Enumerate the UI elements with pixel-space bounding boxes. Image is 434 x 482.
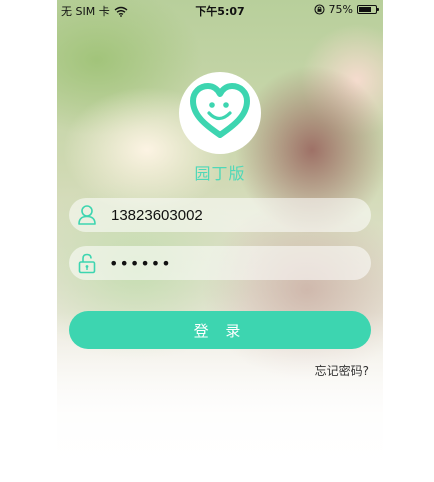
status-bar: 无 SIM 卡 下午5:07 75% <box>57 0 383 20</box>
login-screen: 无 SIM 卡 下午5:07 75% 园丁版 13823603002 •••••… <box>57 0 383 482</box>
lock-icon <box>77 252 97 274</box>
app-name: 园丁版 <box>194 164 246 183</box>
login-button[interactable]: 登 录 <box>69 311 371 349</box>
rotation-lock-icon <box>313 4 325 15</box>
username-field[interactable]: 13823603002 <box>69 198 371 232</box>
password-value[interactable]: •••••• <box>109 254 172 273</box>
app-logo <box>179 72 261 154</box>
battery-fill <box>359 7 371 12</box>
user-icon <box>77 204 97 226</box>
username-value[interactable]: 13823603002 <box>111 207 203 224</box>
password-field[interactable]: •••••• <box>69 246 371 280</box>
battery-icon <box>357 5 379 14</box>
status-right: 75% <box>313 3 379 16</box>
heart-smile-icon <box>189 83 251 143</box>
battery-text: 75% <box>328 3 353 16</box>
forgot-password-link[interactable]: 忘记密码? <box>315 362 369 379</box>
